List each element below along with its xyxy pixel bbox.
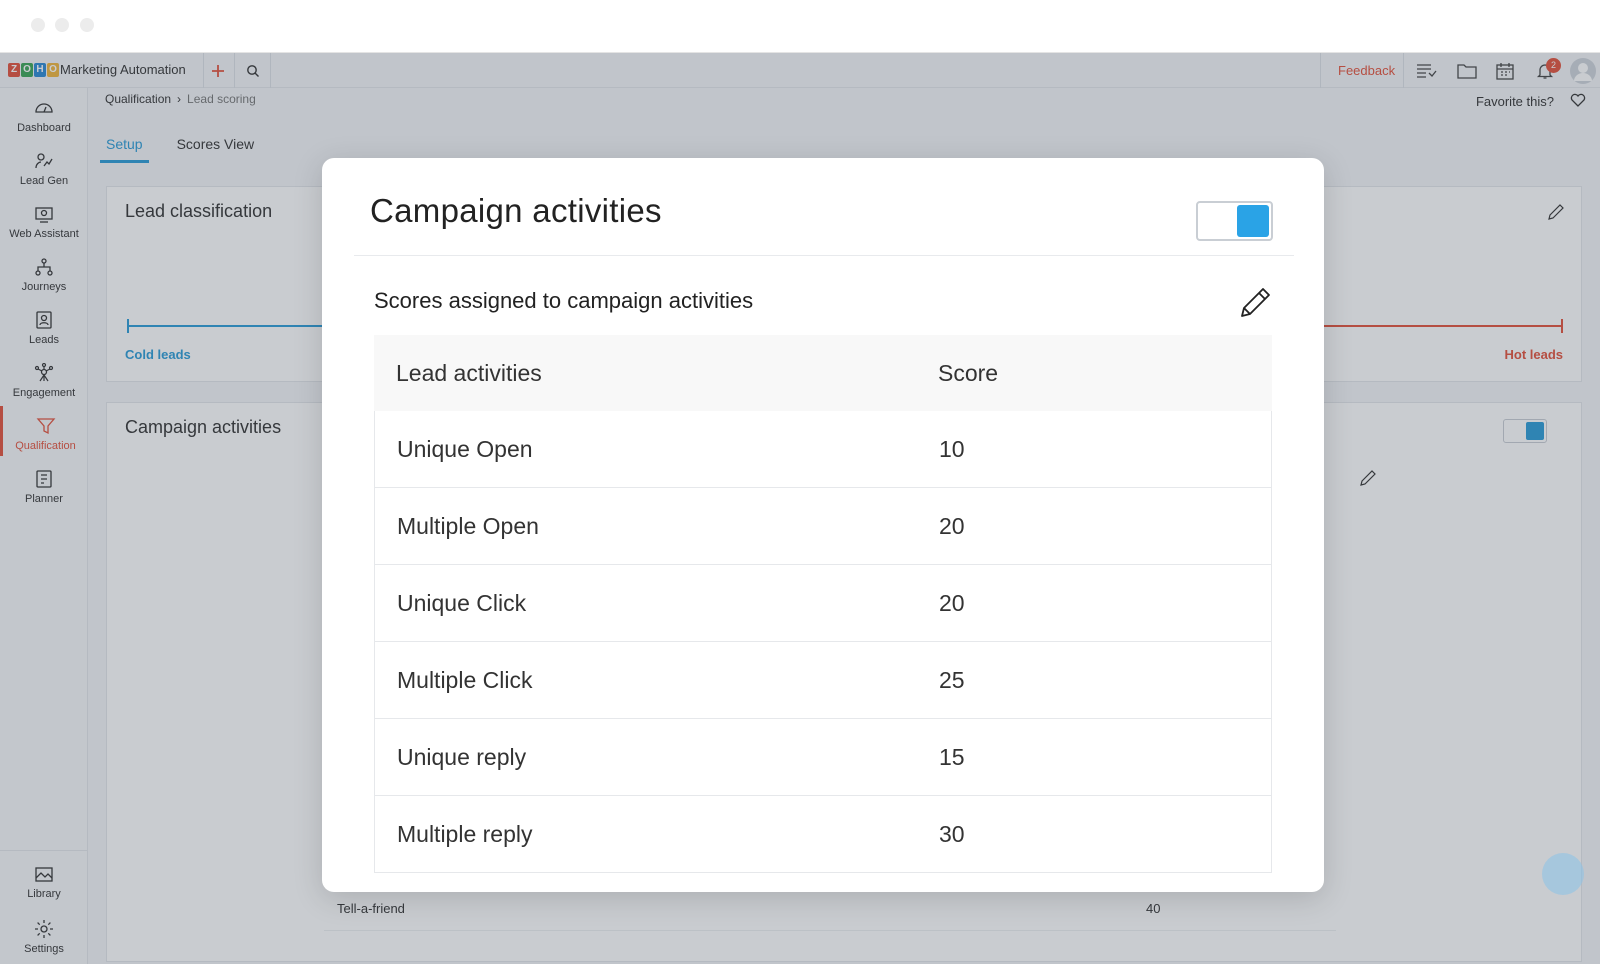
table-row: Multiple Open 20 (374, 488, 1272, 565)
table-header: Lead activities Score (374, 335, 1272, 411)
campaign-activities-toggle[interactable] (1196, 201, 1273, 241)
window-titlebar (0, 0, 1600, 53)
score-cell: 20 (939, 590, 965, 616)
modal-title: Campaign activities (370, 192, 662, 229)
table-row: Multiple reply 30 (374, 796, 1272, 873)
chat-widget-button[interactable] (1542, 853, 1584, 895)
score-cell: 20 (939, 513, 965, 539)
toggle-knob (1237, 205, 1269, 237)
table-row: Unique Click 20 (374, 565, 1272, 642)
pencil-icon (1241, 288, 1270, 317)
scores-table: Lead activities Score Unique Open 10 Mul… (374, 335, 1272, 873)
window-close-button[interactable] (31, 18, 45, 32)
activity-cell: Multiple Click (397, 667, 533, 693)
activity-cell: Multiple reply (397, 821, 533, 847)
activity-cell: Unique Open (397, 436, 533, 462)
campaign-activities-modal: Campaign activities Scores assigned to c… (322, 158, 1324, 892)
score-cell: 10 (939, 436, 965, 462)
score-cell: 25 (939, 667, 965, 693)
activity-cell: Unique reply (397, 744, 527, 770)
activity-cell: Multiple Open (397, 513, 539, 539)
divider (354, 255, 1294, 256)
activity-cell: Unique Click (397, 590, 527, 616)
column-header-score: Score (938, 360, 999, 386)
score-cell: 15 (939, 744, 965, 770)
column-header-activity: Lead activities (396, 360, 542, 386)
scores-subtitle: Scores assigned to campaign activities (374, 288, 754, 313)
table-row: Unique reply 15 (374, 719, 1272, 796)
score-cell: 30 (939, 821, 965, 847)
table-row: Multiple Click 25 (374, 642, 1272, 719)
edit-scores-button[interactable] (1239, 285, 1273, 324)
window-maximize-button[interactable] (80, 18, 94, 32)
table-row: Unique Open 10 (374, 411, 1272, 488)
window-minimize-button[interactable] (55, 18, 69, 32)
